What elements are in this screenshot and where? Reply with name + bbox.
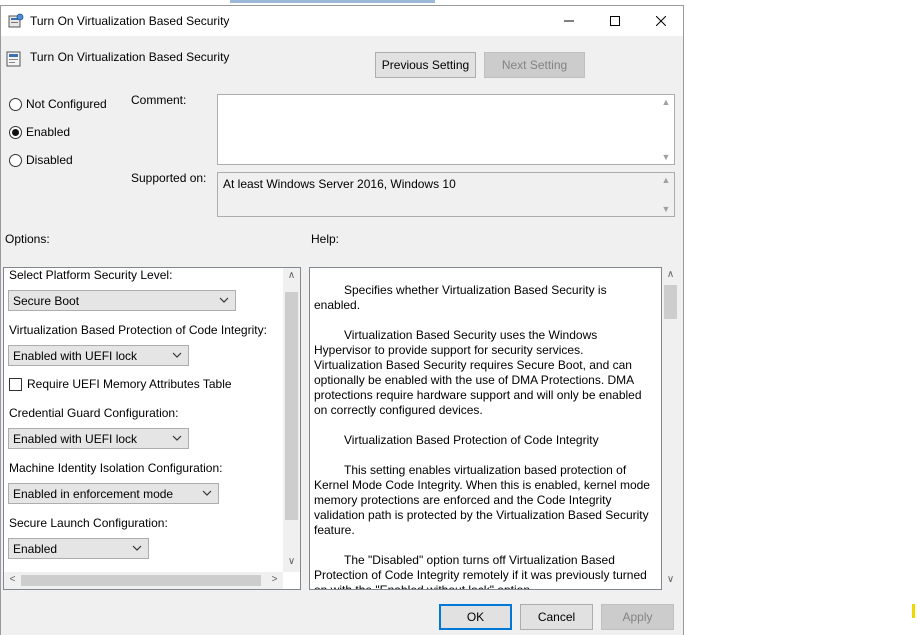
help-text: Specifies whether Virtualization Based S… xyxy=(314,283,654,590)
machine-identity-value: Enabled in enforcement mode xyxy=(13,486,174,501)
secure-launch-select[interactable]: Enabled xyxy=(8,538,149,559)
scroll-down-icon[interactable]: ∨ xyxy=(283,556,300,567)
options-vertical-scrollbar[interactable]: ∧ ∨ xyxy=(283,268,300,572)
supported-label: Supported on: xyxy=(131,171,207,185)
secure-launch-value: Enabled xyxy=(13,541,58,556)
setting-name: Turn On Virtualization Based Security xyxy=(30,50,230,64)
scroll-up-icon[interactable]: ▲ xyxy=(662,97,671,107)
window-title: Turn On Virtualization Based Security xyxy=(30,14,230,28)
help-paragraph: The "Disabled" option turns off Virtuali… xyxy=(314,553,647,590)
uefi-mat-checkbox[interactable] xyxy=(9,377,22,391)
help-paragraph: Virtualization Based Security uses the W… xyxy=(314,328,642,417)
comment-scrollbar[interactable]: ▲ ▼ xyxy=(660,97,672,162)
radio-circle[interactable] xyxy=(9,97,22,111)
code-integrity-select[interactable]: Enabled with UEFI lock xyxy=(8,345,189,366)
help-panel: Specifies whether Virtualization Based S… xyxy=(309,267,662,590)
help-paragraph: Specifies whether Virtualization Based S… xyxy=(314,283,607,312)
radio-disabled[interactable]: Disabled xyxy=(9,153,73,167)
minimize-icon xyxy=(564,20,574,22)
comment-label: Comment: xyxy=(131,93,187,107)
credential-guard-label: Credential Guard Configuration: xyxy=(9,406,179,420)
chevron-down-icon xyxy=(202,490,212,496)
scroll-down-icon[interactable]: ▼ xyxy=(662,204,671,214)
title-bar: Turn On Virtualization Based Security xyxy=(1,6,683,36)
scroll-right-icon[interactable]: > xyxy=(266,574,283,585)
background-selection-bar xyxy=(230,0,435,3)
scroll-up-icon[interactable]: ▲ xyxy=(662,175,671,185)
chevron-down-icon xyxy=(172,352,182,358)
platform-security-select[interactable]: Secure Boot xyxy=(8,290,236,311)
previous-setting-button[interactable]: Previous Setting xyxy=(375,52,476,78)
scroll-left-icon[interactable]: < xyxy=(4,574,21,585)
uefi-mat-label: Require UEFI Memory Attributes Table xyxy=(27,377,232,391)
radio-label: Disabled xyxy=(26,153,73,167)
supported-scrollbar[interactable]: ▲ ▼ xyxy=(660,175,672,214)
scroll-up-icon[interactable]: ∧ xyxy=(662,269,679,280)
radio-label: Enabled xyxy=(26,125,71,139)
options-panel: Select Platform Security Level: Secure B… xyxy=(3,267,301,590)
chevron-down-icon xyxy=(172,435,182,441)
comment-field[interactable]: ▲ ▼ xyxy=(217,94,675,165)
options-hscroll-thumb[interactable] xyxy=(21,575,261,586)
options-vscroll-thumb[interactable] xyxy=(285,292,298,520)
supported-field: At least Windows Server 2016, Windows 10… xyxy=(217,172,675,217)
platform-security-label: Select Platform Security Level: xyxy=(9,268,173,282)
background-marker xyxy=(912,604,915,618)
chevron-down-icon xyxy=(132,545,142,551)
ok-button[interactable]: OK xyxy=(439,604,512,630)
radio-circle[interactable] xyxy=(9,125,22,139)
radio-label: Not Configured xyxy=(26,97,107,111)
policy-dialog: Turn On Virtualization Based Security Tu… xyxy=(0,5,684,635)
options-label: Options: xyxy=(5,232,50,246)
credential-guard-select[interactable]: Enabled with UEFI lock xyxy=(8,428,189,449)
radio-enabled[interactable]: Enabled xyxy=(9,125,70,139)
maximize-button[interactable] xyxy=(592,6,638,36)
radio-not-configured[interactable]: Not Configured xyxy=(9,97,107,111)
code-integrity-value: Enabled with UEFI lock xyxy=(13,348,138,363)
policy-setting-icon xyxy=(6,51,21,67)
scroll-up-icon[interactable]: ∧ xyxy=(283,270,300,281)
close-icon xyxy=(656,16,666,26)
help-vscroll-thumb[interactable] xyxy=(664,285,677,319)
machine-identity-select[interactable]: Enabled in enforcement mode xyxy=(8,483,219,504)
supported-value: At least Windows Server 2016, Windows 10 xyxy=(223,177,456,191)
scroll-down-icon[interactable]: ∨ xyxy=(662,574,679,585)
options-horizontal-scrollbar[interactable]: < > xyxy=(4,572,283,589)
radio-circle[interactable] xyxy=(9,153,22,167)
uefi-mat-checkbox-row[interactable]: Require UEFI Memory Attributes Table xyxy=(9,377,232,391)
apply-button[interactable]: Apply xyxy=(601,604,674,630)
minimize-button[interactable] xyxy=(546,6,592,36)
next-setting-button[interactable]: Next Setting xyxy=(484,52,585,78)
cancel-button[interactable]: Cancel xyxy=(520,604,593,630)
chevron-down-icon xyxy=(219,297,229,303)
help-paragraph: Virtualization Based Protection of Code … xyxy=(344,433,599,447)
credential-guard-value: Enabled with UEFI lock xyxy=(13,431,138,446)
secure-launch-label: Secure Launch Configuration: xyxy=(9,516,168,530)
maximize-icon xyxy=(610,16,620,26)
policy-icon xyxy=(8,13,24,28)
machine-identity-label: Machine Identity Isolation Configuration… xyxy=(9,461,223,475)
help-paragraph: This setting enables virtualization base… xyxy=(314,463,650,537)
code-integrity-label: Virtualization Based Protection of Code … xyxy=(9,323,267,337)
scroll-down-icon[interactable]: ▼ xyxy=(662,152,671,162)
close-button[interactable] xyxy=(638,6,684,36)
help-vertical-scrollbar[interactable]: ∧ ∨ xyxy=(662,267,679,590)
platform-security-value: Secure Boot xyxy=(13,293,80,308)
help-label: Help: xyxy=(311,232,340,246)
